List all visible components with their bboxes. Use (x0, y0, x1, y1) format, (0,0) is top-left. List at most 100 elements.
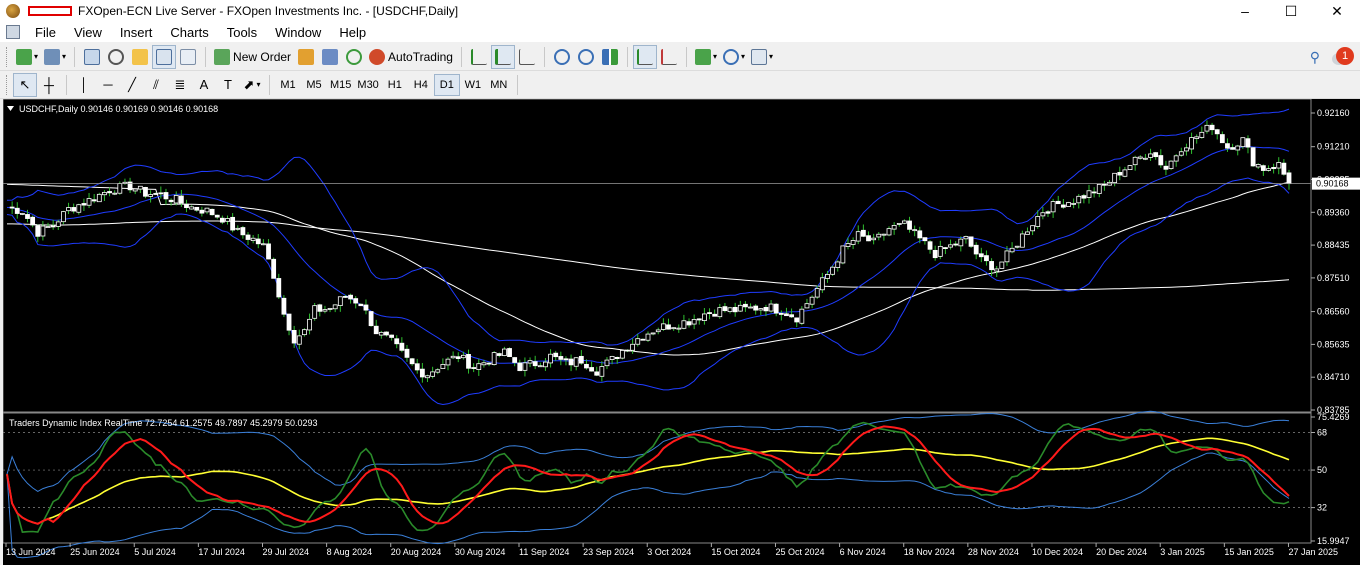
tile-windows-button[interactable] (598, 45, 622, 69)
candle-body (1086, 190, 1092, 198)
search-icon[interactable]: ⚲ (1310, 49, 1320, 66)
timeframe-mn[interactable]: MN (486, 74, 512, 96)
collapse-triangle-icon[interactable] (7, 106, 14, 111)
candle (281, 295, 287, 318)
candle-body (327, 308, 333, 310)
candle (855, 225, 861, 245)
date-tick-label: 20 Aug 2024 (391, 547, 442, 557)
candle (968, 236, 974, 248)
auto-scroll-button[interactable] (632, 44, 657, 69)
chart-canvas[interactable]: 0.921600.912100.902850.893600.884350.875… (3, 99, 1360, 565)
chart-window[interactable]: 0.921600.912100.902850.893600.884350.875… (3, 99, 1360, 565)
current-price-label: 0.90168 (1316, 179, 1349, 189)
signals-button[interactable] (342, 45, 366, 69)
market-button[interactable] (318, 45, 342, 69)
arrows-icon: ⬈ (243, 76, 255, 92)
candle-body (286, 313, 292, 331)
metaeditor-button[interactable] (294, 45, 318, 69)
zoom-in-button[interactable] (550, 45, 574, 69)
candle (804, 298, 810, 309)
document-icon[interactable] (6, 25, 20, 39)
minimize-button[interactable]: – (1222, 0, 1268, 22)
timeframe-m5[interactable]: M5 (301, 74, 327, 96)
trendline-button[interactable]: ╱ (120, 73, 144, 97)
candle (1173, 154, 1179, 167)
text-button[interactable]: A (192, 73, 216, 97)
templates-button[interactable]: ▾ (748, 45, 776, 69)
candle-body (225, 218, 230, 222)
periods-button[interactable]: ▾ (720, 45, 748, 69)
text-label-button[interactable]: T (216, 73, 240, 97)
menu-view[interactable]: View (65, 25, 111, 40)
candle-body (1035, 216, 1041, 227)
menu-window[interactable]: Window (266, 25, 330, 40)
maximize-button[interactable]: ☐ (1268, 0, 1314, 22)
vertical-line-button[interactable]: │ (72, 73, 96, 97)
candlestick-button[interactable] (490, 44, 515, 69)
horizontal-line-button[interactable]: ─ (96, 73, 120, 97)
menu-charts[interactable]: Charts (161, 25, 217, 40)
candle-body (850, 240, 856, 245)
new-chart-button[interactable]: ▾ (13, 45, 41, 69)
zoom-out-button[interactable] (574, 45, 598, 69)
candle-body (55, 221, 61, 227)
candle-body (604, 359, 610, 367)
timeframe-w1[interactable]: W1 (460, 74, 486, 96)
navigator-button[interactable] (128, 45, 152, 69)
candle-body (409, 358, 415, 365)
candle (1137, 155, 1143, 160)
new-order-button[interactable]: New Order (211, 45, 294, 69)
timeframe-m1[interactable]: M1 (275, 74, 301, 96)
market-watch-button[interactable] (80, 45, 104, 69)
indicators-button[interactable]: ▾ (692, 45, 720, 69)
price-chart[interactable] (3, 108, 1311, 406)
candle-body (532, 361, 538, 367)
profiles-button[interactable]: ▾ (41, 45, 69, 69)
candle-body (199, 209, 205, 214)
close-button[interactable]: ✕ (1314, 0, 1360, 22)
toolbar-grip[interactable] (6, 46, 9, 67)
dropdown-arrow-icon: ▾ (34, 52, 39, 61)
fibonacci-button[interactable]: ≣ (168, 73, 192, 97)
profiles-icon (44, 48, 61, 65)
arrows-button[interactable]: ⬈ ▾ (240, 73, 264, 97)
candle (1199, 126, 1205, 139)
candle (214, 214, 220, 220)
bar-chart-button[interactable] (467, 45, 491, 69)
app-logo-icon (6, 4, 20, 18)
menu-help[interactable]: Help (330, 25, 375, 40)
menu-tools[interactable]: Tools (218, 25, 266, 40)
data-window-button[interactable] (104, 45, 128, 69)
timeframe-d1[interactable]: D1 (433, 73, 460, 96)
timeframe-h1[interactable]: H1 (382, 74, 408, 96)
menu-insert[interactable]: Insert (111, 25, 162, 40)
candle-body (1245, 138, 1251, 148)
autotrading-button[interactable]: AutoTrading (366, 45, 456, 69)
price-tick-label: 0.92160 (1317, 108, 1350, 118)
candle (789, 308, 794, 318)
candle (496, 352, 502, 358)
standard-toolbar: ▾ ▾ New Order AutoTrading ▾ ▾ ▾ (0, 43, 1360, 71)
terminal-button[interactable] (152, 44, 177, 69)
timeframe-h4[interactable]: H4 (408, 74, 434, 96)
timeframe-m15[interactable]: M15 (327, 74, 354, 96)
candle-body (1127, 165, 1133, 170)
candle-body (691, 319, 697, 325)
timeframe-m30[interactable]: M30 (354, 74, 381, 96)
notification-badge[interactable]: 1 (1336, 47, 1354, 65)
equidistant-channel-button[interactable]: ⫽ (144, 73, 168, 97)
line-chart-button[interactable] (515, 45, 539, 69)
crosshair-button[interactable]: ┼ (37, 73, 61, 97)
strategy-tester-button[interactable] (176, 45, 200, 69)
chart-shift-button[interactable] (657, 45, 681, 69)
cursor-button[interactable]: ↖ (13, 72, 37, 97)
menu-file[interactable]: File (26, 25, 65, 40)
candle (96, 192, 102, 203)
candle (1204, 120, 1210, 134)
tdi-indicator[interactable] (3, 410, 1311, 559)
toolbar-grip[interactable] (6, 74, 9, 95)
candle (440, 358, 446, 369)
candle-body (50, 225, 56, 228)
candle (625, 349, 630, 353)
candle (886, 226, 892, 237)
